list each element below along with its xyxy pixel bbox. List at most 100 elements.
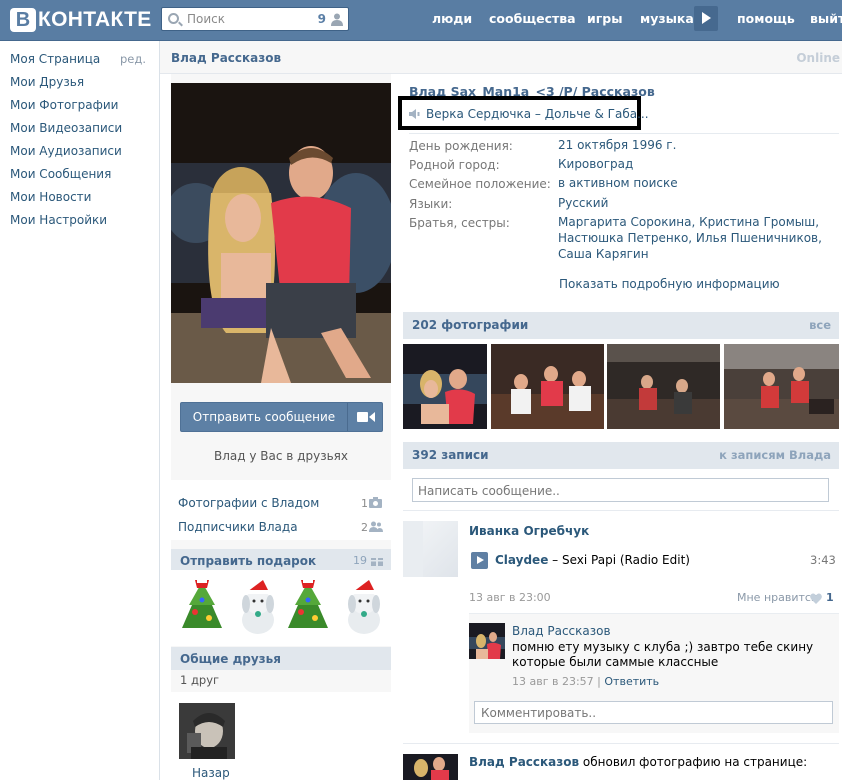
nav-help[interactable]: помощь bbox=[737, 11, 795, 26]
gift-tree-icon[interactable] bbox=[283, 580, 333, 635]
search-icon bbox=[168, 13, 179, 24]
photos-title: 202 фотографии bbox=[412, 318, 529, 332]
menu-my-audio[interactable]: Мои Аудиозаписи bbox=[10, 144, 122, 158]
wall-title: 392 записи bbox=[412, 448, 489, 462]
comment-input[interactable]: Комментировать.. bbox=[474, 701, 833, 724]
track-duration: 3:43 bbox=[810, 553, 836, 567]
subscribers-link[interactable]: Подписчики Влада bbox=[178, 520, 298, 534]
post-author-avatar[interactable] bbox=[403, 521, 458, 577]
status-audio[interactable]: Верка Сердючка – Дольче & Габа... bbox=[398, 96, 649, 130]
menu-my-settings[interactable]: Мои Настройки bbox=[10, 213, 107, 227]
gifts-count: 19 bbox=[353, 554, 367, 567]
gift-dog-icon[interactable] bbox=[235, 580, 281, 635]
show-more-info-link[interactable]: Показать подробную информацию bbox=[559, 277, 780, 291]
menu-my-news[interactable]: Мои Новости bbox=[10, 190, 91, 204]
post-author-avatar[interactable] bbox=[403, 754, 458, 780]
post-action-text: обновил фотографию на странице: bbox=[579, 755, 808, 769]
photos-all-link[interactable]: все bbox=[809, 318, 831, 332]
menu-my-photos[interactable]: Мои Фотографии bbox=[10, 98, 118, 112]
photo-thumb[interactable] bbox=[491, 344, 604, 429]
gifts-list bbox=[171, 570, 391, 646]
comment-author-name[interactable]: Влад Рассказов bbox=[512, 624, 611, 638]
nav-logout[interactable]: выйти bbox=[810, 11, 842, 26]
info-label-hometown: Родной город: bbox=[409, 158, 500, 172]
menu-my-messages[interactable]: Мои Сообщения bbox=[10, 167, 111, 181]
post-update-text: Влад Рассказов обновил фотографию на стр… bbox=[469, 755, 807, 769]
audio-play-button[interactable] bbox=[471, 552, 488, 569]
wall-divider bbox=[403, 510, 839, 511]
camera-icon bbox=[369, 497, 382, 508]
nav-games[interactable]: игры bbox=[587, 11, 623, 26]
profile-full-name: Влад Sax_Man1a_<3 /P/ Рассказов bbox=[409, 84, 655, 96]
comment-date[interactable]: 13 авг в 23:57 bbox=[512, 675, 594, 688]
music-play-button[interactable] bbox=[694, 6, 718, 31]
friend-avatar[interactable] bbox=[179, 703, 235, 759]
menu-my-videos[interactable]: Мои Видеозаписи bbox=[10, 121, 122, 135]
post-date[interactable]: 13 авг в 23:00 bbox=[469, 591, 551, 604]
mutual-friends-header[interactable]: Общие друзья bbox=[171, 647, 391, 670]
subscribers-count: 2 bbox=[361, 521, 368, 534]
profile-avatar[interactable] bbox=[171, 83, 391, 383]
info-label-languages: Языки: bbox=[409, 197, 453, 211]
profile-header-name: Влад Рассказов bbox=[171, 51, 282, 65]
friend-name[interactable]: Назар bbox=[192, 766, 230, 780]
gift-dog-icon[interactable] bbox=[341, 580, 387, 635]
heart-icon[interactable] bbox=[810, 593, 822, 604]
info-value-hometown[interactable]: Кировоград bbox=[558, 156, 633, 172]
info-value-languages[interactable]: Русский bbox=[558, 195, 608, 211]
nav-communities[interactable]: сообщества bbox=[489, 11, 576, 26]
photos-header[interactable]: 202 фотографии все bbox=[403, 312, 839, 339]
logo-text: КОНТАКТЕ bbox=[38, 8, 152, 31]
send-message-button[interactable]: Отправить сообщение bbox=[180, 402, 383, 432]
info-label-birthday: День рождения: bbox=[409, 139, 513, 153]
post-author-name[interactable]: Влад Рассказов bbox=[469, 755, 579, 769]
menu-my-friends[interactable]: Мои Друзья bbox=[10, 75, 84, 89]
gifts-header[interactable]: Отправить подарок 19 bbox=[171, 549, 391, 572]
info-label-siblings: Братья, сестры: bbox=[409, 216, 510, 230]
wall-divider bbox=[403, 743, 839, 744]
audio-track[interactable]: Claydee – Sexi Papi (Radio Edit) bbox=[495, 553, 690, 567]
comment-text: помню ету музыку с клуба ;) завтро тебе … bbox=[512, 640, 814, 669]
send-message-label: Отправить сообщение bbox=[192, 410, 336, 424]
nav-music[interactable]: музыка bbox=[640, 11, 694, 26]
menu-my-page[interactable]: Моя Страница bbox=[10, 52, 100, 66]
search-input[interactable]: Поиск 9 bbox=[161, 7, 349, 31]
wall-posts-link[interactable]: к записям Влада bbox=[719, 448, 831, 462]
page-border bbox=[159, 41, 160, 780]
track-title: Sexi Papi (Radio Edit) bbox=[561, 553, 690, 567]
info-value-birthday[interactable]: 21 октября 1996 г. bbox=[558, 137, 676, 153]
nav-people[interactable]: люди bbox=[432, 11, 472, 26]
post-author-name[interactable]: Иванка Огребчук bbox=[469, 524, 589, 538]
info-value-relationship[interactable]: в активном поиске bbox=[558, 175, 678, 191]
status-text[interactable]: Верка Сердючка – Дольче & Габа... bbox=[426, 107, 649, 121]
person-icon bbox=[331, 13, 343, 26]
comment-reply-link[interactable]: Ответить bbox=[604, 675, 659, 688]
logo-letter: В bbox=[10, 8, 36, 32]
comment-placeholder: Комментировать.. bbox=[481, 706, 597, 720]
online-status: Online bbox=[796, 51, 840, 65]
search-count: 9 bbox=[317, 12, 326, 26]
info-value-siblings[interactable]: Маргарита Сорокина, Кристина Громыш, Нас… bbox=[558, 214, 833, 262]
comment-author-avatar[interactable] bbox=[469, 623, 505, 659]
search-placeholder: Поиск bbox=[187, 12, 226, 26]
track-separator: – bbox=[548, 553, 562, 567]
gift-tree-icon[interactable] bbox=[177, 580, 227, 635]
track-artist[interactable]: Claydee bbox=[495, 553, 548, 567]
wall-post-input[interactable]: Написать сообщение.. bbox=[412, 478, 829, 502]
photos-with-link[interactable]: Фотографии с Владом bbox=[178, 496, 319, 510]
button-divider bbox=[347, 403, 348, 431]
photo-thumb[interactable] bbox=[724, 344, 839, 429]
vk-logo[interactable]: В КОНТАКТЕ bbox=[10, 7, 152, 33]
photo-thumb[interactable] bbox=[607, 344, 720, 429]
like-button[interactable]: Мне нравится bbox=[737, 591, 818, 604]
wall-post-placeholder: Написать сообщение.. bbox=[418, 484, 560, 498]
like-count: 1 bbox=[826, 591, 834, 604]
photo-thumb[interactable] bbox=[403, 344, 487, 429]
users-icon bbox=[369, 521, 383, 532]
video-camera-icon[interactable] bbox=[357, 411, 375, 423]
profile-header-bar: Влад Рассказов Online bbox=[160, 41, 842, 74]
wall-header[interactable]: 392 записи к записям Влада bbox=[403, 442, 839, 469]
top-header: В КОНТАКТЕ Поиск 9 люди сообщества игры … bbox=[0, 0, 842, 41]
menu-edit-link[interactable]: ред. bbox=[120, 52, 146, 66]
speaker-icon bbox=[409, 109, 420, 119]
